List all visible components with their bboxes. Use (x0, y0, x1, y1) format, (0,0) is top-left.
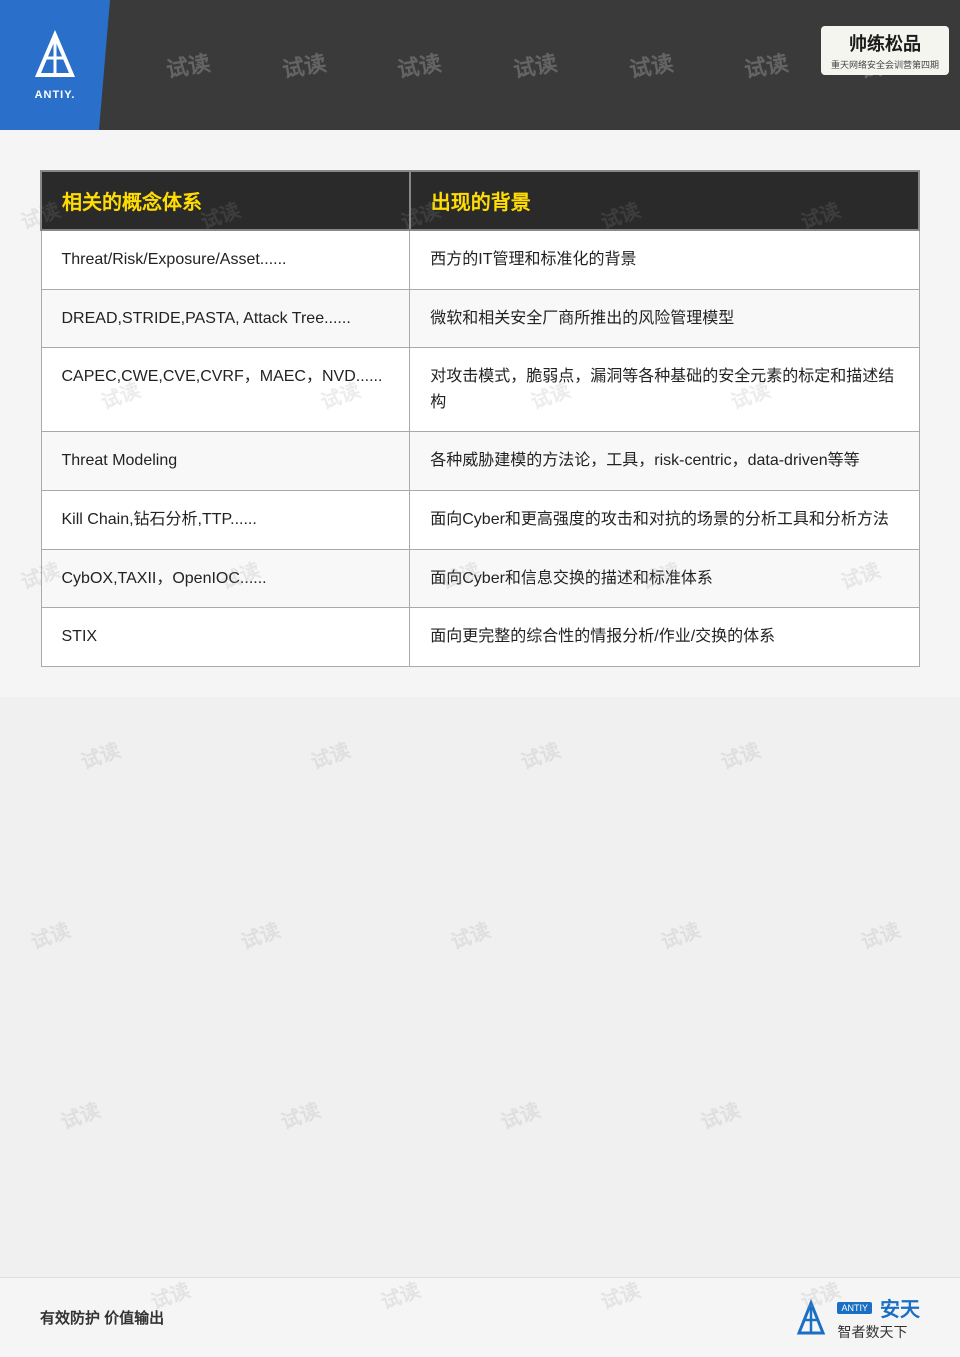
wm-4: 试读 (511, 45, 560, 84)
header: ANTIY. 试读 试读 试读 试读 试读 试读 试读 帅练松品 重天网络安全会… (0, 0, 960, 130)
wm-6: 试读 (742, 45, 791, 84)
table-cell-left-6: STIX (41, 608, 410, 667)
page-wm-23: 试读 (856, 914, 904, 955)
antiy-badge: ANTIY (837, 1302, 872, 1314)
logo-text: ANTIY. (35, 89, 76, 101)
page-wm-16: 试读 (306, 734, 354, 775)
footer-brand-sub: 智者数天下 (837, 1322, 907, 1342)
page-wm-18: 试读 (716, 734, 764, 775)
table-cell-right-5: 面向Cyber和信息交换的描述和标准体系 (410, 549, 919, 608)
table-cell-left-5: CybOX,TAXII，OpenIOC...... (41, 549, 410, 608)
brand-sub: 重天网络安全会训营第四期 (831, 58, 939, 71)
page-wm-15: 试读 (76, 734, 124, 775)
wm-3: 试读 (395, 45, 444, 84)
page-wm-19: 试读 (26, 914, 74, 955)
table-row: CAPEC,CWE,CVE,CVRF，MAEC，NVD......对攻击模式，脆… (41, 348, 919, 432)
concepts-table: 相关的概念体系 出现的背景 Threat/Risk/Exposure/Asset… (40, 170, 920, 667)
table-row: Threat/Risk/Exposure/Asset......西方的IT管理和… (41, 230, 919, 289)
table-cell-left-0: Threat/Risk/Exposure/Asset...... (41, 230, 410, 289)
table-cell-right-3: 各种威胁建模的方法论，工具，risk-centric，data-driven等等 (410, 432, 919, 491)
wm-2: 试读 (279, 45, 328, 84)
table-cell-right-0: 西方的IT管理和标准化的背景 (410, 230, 919, 289)
table-row: DREAD,STRIDE,PASTA, Attack Tree......微软和… (41, 289, 919, 348)
table-row: Threat Modeling各种威胁建模的方法论，工具，risk-centri… (41, 432, 919, 491)
col1-header: 相关的概念体系 (41, 171, 410, 230)
table-cell-left-2: CAPEC,CWE,CVE,CVRF，MAEC，NVD...... (41, 348, 410, 432)
footer-logo-icon (791, 1298, 831, 1338)
page-wm-22: 试读 (656, 914, 704, 955)
table-cell-right-6: 面向更完整的综合性的情报分析/作业/交换的体系 (410, 608, 919, 667)
table-cell-left-1: DREAD,STRIDE,PASTA, Attack Tree...... (41, 289, 410, 348)
page-wm-20: 试读 (236, 914, 284, 955)
table-cell-right-2: 对攻击模式，脆弱点，漏洞等各种基础的安全元素的标定和描述结构 (410, 348, 919, 432)
antiy-logo-icon (28, 30, 83, 85)
header-logo-right: 帅练松品 重天网络安全会训营第四期 (820, 10, 950, 90)
page-wm-26: 试读 (496, 1094, 544, 1135)
main-content: 相关的概念体系 出现的背景 Threat/Risk/Exposure/Asset… (0, 130, 960, 697)
footer-right: ANTIY 安天 智者数天下 (791, 1293, 920, 1342)
table-row: STIX面向更完整的综合性的情报分析/作业/交换的体系 (41, 608, 919, 667)
table-cell-right-4: 面向Cyber和更高强度的攻击和对抗的场景的分析工具和分析方法 (410, 490, 919, 549)
col2-header: 出现的背景 (410, 171, 919, 230)
page-wm-24: 试读 (56, 1094, 104, 1135)
footer-brand: 安天 (880, 1293, 920, 1322)
footer-tagline: 有效防护 价值输出 (40, 1307, 164, 1328)
footer-logo: ANTIY 安天 智者数天下 (791, 1293, 920, 1342)
brand-box: 帅练松品 重天网络安全会训营第四期 (821, 26, 949, 75)
page-wm-27: 试读 (696, 1094, 744, 1135)
table-row: Kill Chain,钻石分析,TTP......面向Cyber和更高强度的攻击… (41, 490, 919, 549)
wm-1: 试读 (163, 45, 212, 84)
brand-name: 帅练松品 (849, 30, 921, 56)
table-cell-right-1: 微软和相关安全厂商所推出的风险管理模型 (410, 289, 919, 348)
page-wm-17: 试读 (516, 734, 564, 775)
table-cell-left-4: Kill Chain,钻石分析,TTP...... (41, 490, 410, 549)
table-row: CybOX,TAXII，OpenIOC......面向Cyber和信息交换的描述… (41, 549, 919, 608)
page-wm-25: 试读 (276, 1094, 324, 1135)
table-cell-left-3: Threat Modeling (41, 432, 410, 491)
page-wm-21: 试读 (446, 914, 494, 955)
footer: 有效防护 价值输出 ANTIY 安天 智者数天下 (0, 1277, 960, 1357)
logo-box: ANTIY. (0, 0, 110, 130)
wm-5: 试读 (626, 45, 675, 84)
